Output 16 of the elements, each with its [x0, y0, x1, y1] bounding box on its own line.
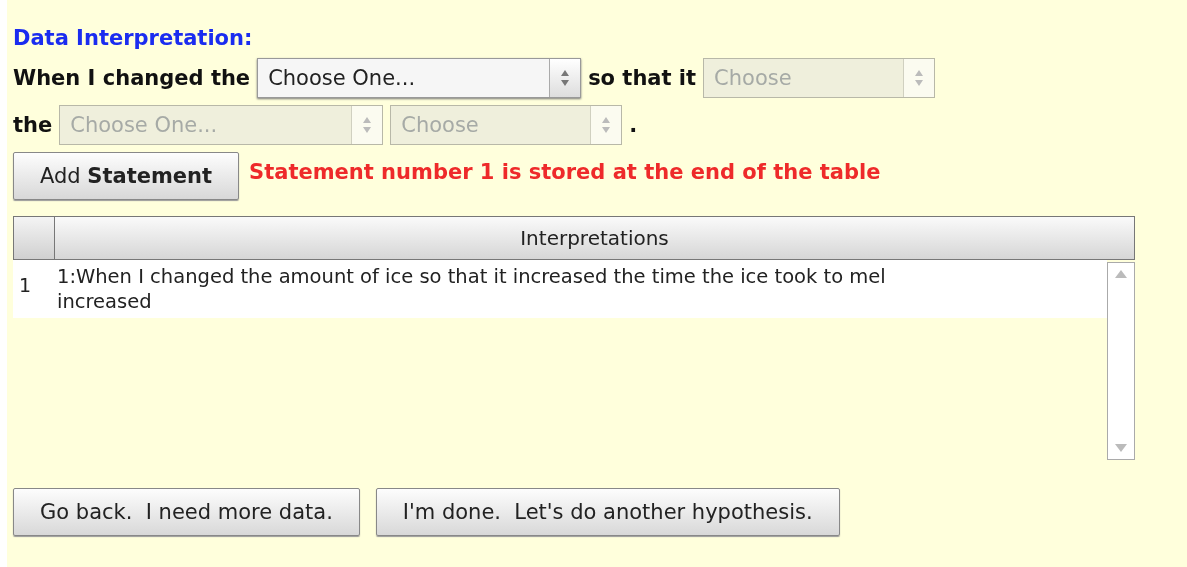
- scrollbar[interactable]: [1107, 262, 1135, 460]
- done-button[interactable]: I'm done. Let's do another hypothesis.: [375, 488, 840, 536]
- add-statement-button[interactable]: Add Statement: [13, 152, 240, 200]
- column-header[interactable]: Interpretations: [55, 217, 1134, 259]
- sentence-label: When I changed the: [13, 65, 251, 90]
- sentence-label: the: [13, 112, 53, 137]
- table-row[interactable]: 1 1:When I changed the amount of ice so that it increased the time the ice took to mel increased: [13, 260, 1107, 318]
- row-number: 1: [18, 273, 33, 298]
- go-back-button[interactable]: Go back. I need more data.: [13, 488, 360, 536]
- status-message: Statement number 1 is stored at the end of the table: [249, 160, 881, 184]
- dropdown[interactable]: Choose One...: [257, 57, 582, 98]
- table-cell: 1:When I changed the amount of ice so that it increased the time the ice took to mel: [57, 264, 886, 289]
- table-cell: increased: [57, 289, 152, 314]
- sentence-label: so that it: [588, 65, 697, 90]
- sentence-label: .: [629, 112, 638, 137]
- section-heading: Data Interpretation:: [13, 26, 254, 50]
